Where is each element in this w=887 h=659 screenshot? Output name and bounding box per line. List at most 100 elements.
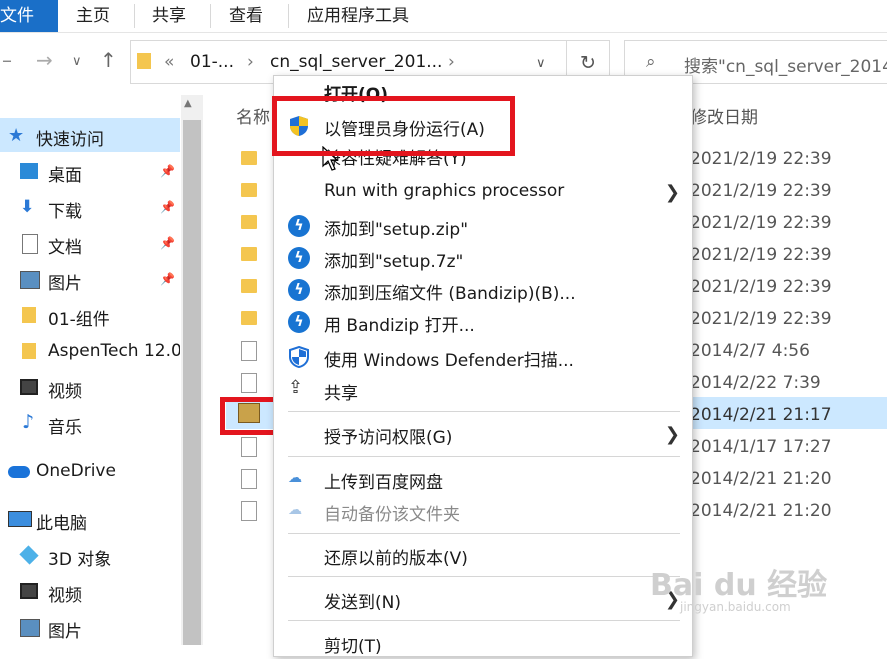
- cloud-icon: [8, 466, 30, 478]
- desktop-icon: [20, 163, 38, 179]
- folder-icon: [241, 311, 257, 325]
- sidebar-item-onedrive[interactable]: OneDrive: [0, 455, 180, 489]
- file-date: 2021/2/19 22:39: [690, 181, 832, 201]
- submenu-arrow-icon: ❯: [664, 182, 680, 203]
- sidebar-item-aspentech[interactable]: AspenTech 12.0: [0, 335, 180, 369]
- pin-icon[interactable]: 📌: [160, 164, 175, 178]
- menu-item-graphics-processor[interactable]: Run with graphics processor ❯: [274, 176, 692, 208]
- settings-file-icon: [241, 501, 257, 521]
- breadcrumb-item[interactable]: 01-...: [190, 52, 234, 72]
- ribbon-divider: [134, 4, 135, 28]
- file-icon: [241, 437, 257, 457]
- folder-icon: [22, 343, 36, 359]
- menu-item-label: 授予访问权限(G): [324, 428, 453, 448]
- sidebar-item-label: 视频: [48, 382, 82, 402]
- breadcrumb-separator[interactable]: ›: [247, 52, 254, 72]
- search-input[interactable]: 搜索"cn_sql_server_2014: [684, 52, 887, 77]
- address-dropdown-icon[interactable]: ∨: [536, 56, 546, 71]
- menu-item-open-bandizip[interactable]: ϟ 用 Bandizip 打开...: [274, 306, 692, 338]
- menu-item-share[interactable]: ⇪ 共享: [274, 374, 692, 406]
- menu-item-label: 上传到百度网盘: [324, 473, 443, 493]
- baidu-cloud-icon: ☁: [288, 502, 302, 518]
- menu-separator: [288, 456, 680, 457]
- breadcrumb-separator[interactable]: ›: [448, 52, 455, 72]
- sidebar-item-downloads[interactable]: ⬇ 下载 📌: [0, 191, 180, 225]
- sidebar-item-quick-access[interactable]: ★ 快速访问: [0, 119, 180, 153]
- ribbon-divider: [210, 4, 211, 28]
- pictures-icon: [20, 619, 40, 637]
- sidebar-item-videos[interactable]: 视频: [0, 371, 180, 405]
- sidebar-item-label: 3D 对象: [48, 550, 112, 570]
- ribbon-divider: [288, 4, 289, 28]
- pin-icon[interactable]: 📌: [160, 200, 175, 214]
- menu-item-label: 发送到(N): [324, 593, 401, 613]
- breadcrumb-overflow[interactable]: «: [164, 52, 174, 72]
- sidebar-item-components[interactable]: 01-组件: [0, 299, 180, 333]
- watermark-logo: Bai du 经验: [650, 568, 828, 603]
- sidebar-item-label: OneDrive: [36, 461, 116, 481]
- tab-view[interactable]: 查看: [229, 0, 263, 32]
- breadcrumb-item[interactable]: cn_sql_server_201...: [270, 52, 442, 72]
- sidebar-item-label: 01-组件: [48, 310, 110, 330]
- menu-separator: [288, 411, 680, 412]
- sidebar-item-videos-pc[interactable]: 视频: [0, 575, 180, 609]
- pin-icon[interactable]: 📌: [160, 236, 175, 250]
- menu-item-label: 共享: [324, 384, 358, 404]
- tab-app-tools[interactable]: 应用程序工具: [307, 0, 409, 32]
- menu-item-defender-scan[interactable]: 使用 Windows Defender扫描...: [274, 341, 692, 373]
- file-date: 2014/1/17 17:27: [690, 437, 832, 457]
- menu-item-restore-versions[interactable]: 还原以前的版本(V): [274, 539, 692, 571]
- sidebar-item-label: 快速访问: [36, 130, 104, 150]
- ribbon: 文件 主页 共享 查看 应用程序工具: [0, 0, 887, 33]
- back-arrow-icon[interactable]: –: [2, 48, 12, 72]
- sidebar-item-label: AspenTech 12.0: [48, 341, 180, 361]
- sidebar-item-label: 音乐: [48, 418, 82, 438]
- menu-item-upload-baidu[interactable]: ☁ 上传到百度网盘: [274, 463, 692, 495]
- tab-home[interactable]: 主页: [76, 0, 110, 32]
- scroll-up-icon[interactable]: ▲: [184, 98, 192, 109]
- document-file-icon: [241, 373, 257, 393]
- menu-item-send-to[interactable]: 发送到(N) ❯: [274, 583, 692, 615]
- forward-arrow-icon[interactable]: →: [36, 48, 53, 72]
- folder-icon: [241, 183, 257, 197]
- star-icon: ★: [8, 125, 25, 146]
- menu-item-add-zip[interactable]: ϟ 添加到"setup.zip": [274, 210, 692, 242]
- menu-separator: [288, 533, 680, 534]
- folder-icon: [241, 151, 257, 165]
- menu-item-add-7z[interactable]: ϟ 添加到"setup.7z": [274, 242, 692, 274]
- tab-file[interactable]: 文件: [0, 0, 58, 32]
- menu-item-add-archive[interactable]: ϟ 添加到压缩文件 (Bandizip)(B)...: [274, 274, 692, 306]
- menu-item-cut[interactable]: 剪切(T): [274, 627, 692, 659]
- column-header-date[interactable]: 修改日期: [690, 103, 758, 128]
- sidebar-item-this-pc[interactable]: 此电脑: [0, 503, 180, 537]
- defender-icon: [289, 346, 309, 368]
- up-arrow-icon[interactable]: ↑: [100, 48, 117, 72]
- pin-icon[interactable]: 📌: [160, 272, 175, 286]
- sidebar-item-3d-objects[interactable]: 3D 对象: [0, 539, 180, 573]
- sidebar-item-music[interactable]: ♪ 音乐: [0, 407, 180, 441]
- folder-icon: [137, 53, 151, 69]
- file-date: 2021/2/19 22:39: [690, 309, 832, 329]
- video-icon: [20, 379, 38, 395]
- sidebar-item-desktop[interactable]: 桌面 📌: [0, 155, 180, 189]
- tab-share[interactable]: 共享: [152, 0, 186, 32]
- document-icon: [22, 234, 38, 254]
- sidebar-item-label: 下载: [48, 202, 82, 222]
- menu-item-label: 用 Bandizip 打开...: [324, 316, 475, 336]
- refresh-icon[interactable]: ↻: [580, 52, 596, 74]
- menu-item-auto-backup: ☁ 自动备份该文件夹: [274, 495, 692, 527]
- file-date: 2021/2/19 22:39: [690, 277, 832, 297]
- file-date: 2014/2/21 21:20: [690, 501, 832, 521]
- cube-icon: [19, 545, 39, 565]
- sidebar-item-documents[interactable]: 文档 📌: [0, 227, 180, 261]
- recent-chevron-icon[interactable]: ∨: [72, 54, 82, 69]
- sidebar-item-pictures[interactable]: 图片 📌: [0, 263, 180, 297]
- download-icon: ⬇: [20, 197, 35, 217]
- sidebar-item-pictures-pc[interactable]: 图片: [0, 611, 180, 645]
- file-date: 2014/2/21 21:17: [690, 405, 832, 425]
- sidebar-scrollbar-thumb[interactable]: [183, 120, 201, 645]
- column-header-name[interactable]: 名称: [236, 103, 270, 128]
- menu-item-grant-access[interactable]: 授予访问权限(G) ❯: [274, 418, 692, 450]
- menu-separator: [288, 620, 680, 621]
- file-date: 2014/2/22 7:39: [690, 373, 821, 393]
